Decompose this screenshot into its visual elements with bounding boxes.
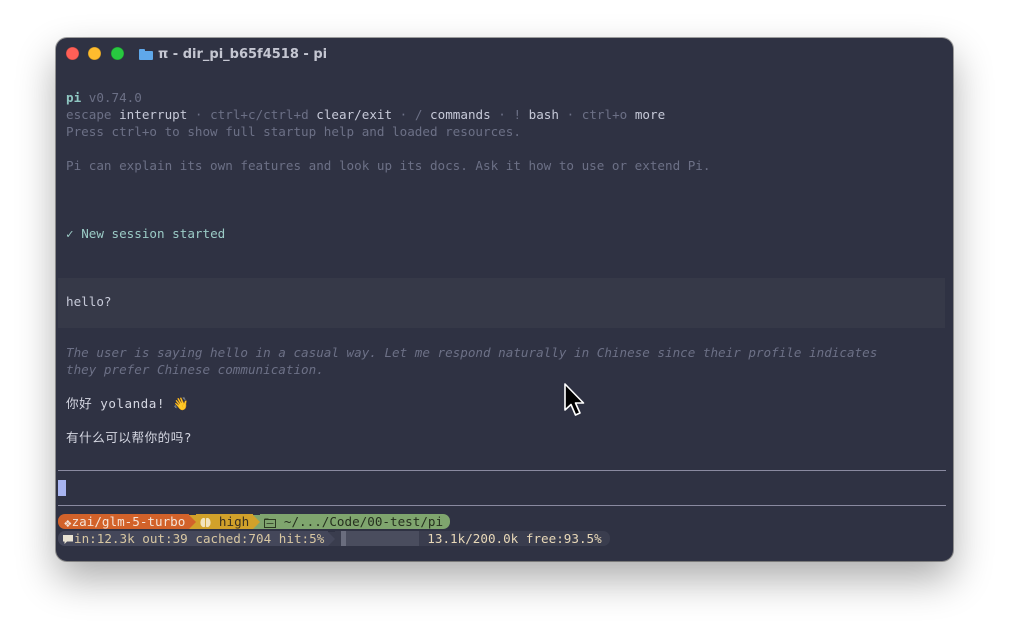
thinking-line: they prefer Chinese communication. (66, 362, 324, 377)
zoom-window-button[interactable] (111, 47, 124, 60)
window-title: π - dir_pi_b65f4518 - pi (158, 46, 328, 62)
model-name: zai/glm-5-turbo (71, 514, 186, 529)
shortcut-action: commands (430, 107, 491, 122)
current-directory: ~/.../Code/00-test/pi (283, 514, 444, 529)
model-icon: ❖ (64, 515, 72, 530)
prompt-input[interactable] (58, 480, 66, 496)
shortcut-key: ! (513, 107, 522, 122)
minimize-window-button[interactable] (88, 47, 101, 60)
tokens-out: out:39 (142, 531, 188, 546)
shortcut-key: ctrl+c/ctrl+d (210, 107, 309, 122)
app-version: v0.74.0 (88, 90, 142, 105)
token-usage-segment: in:12.3k out:39 cached:704 hit:5% (58, 531, 329, 546)
input-top-border (58, 470, 946, 471)
check-icon: ✓ (66, 226, 74, 241)
app-banner: pi v0.74.0 (66, 89, 142, 106)
assistant-reply-line: 你好 yolanda! 👋 (66, 396, 190, 411)
thinking-segment: high (196, 514, 254, 529)
input-bottom-border (58, 505, 946, 506)
startup-hint: Press ctrl+o to show full startup help a… (66, 124, 521, 139)
folder-icon (139, 48, 153, 60)
thinking-level: high (218, 514, 250, 529)
shortcut-separator: · (187, 107, 211, 122)
model-segment: ❖zai/glm-5-turbo (58, 514, 190, 530)
segment-arrow (253, 514, 261, 529)
chat-bubble-icon (63, 535, 73, 544)
brain-icon (200, 517, 211, 528)
user-message: hello? (66, 294, 112, 309)
shortcut-line: escape interrupt · ctrl+c/ctrl+d clear/e… (66, 106, 665, 123)
docs-hint: Pi can explain its own features and look… (66, 158, 711, 173)
mouse-pointer-icon (564, 383, 585, 416)
shortcut-action: clear/exit (316, 107, 393, 122)
cache-hit: hit:5% (278, 531, 325, 546)
shortcut-key: ctrl+o (581, 107, 628, 122)
shortcut-key: escape (66, 107, 112, 122)
title-bar[interactable]: π - dir_pi_b65f4518 - pi (56, 38, 953, 70)
close-window-button[interactable] (66, 47, 79, 60)
assistant-reply-line: 有什么可以帮你的吗? (66, 430, 192, 445)
status-bar-model-row: ❖zai/glm-5-turbo high ~/.../Code/00-test… (58, 514, 451, 530)
context-free: free:93.5% (525, 531, 602, 546)
directory-segment: ~/.../Code/00-test/pi (260, 514, 451, 529)
folder-outline-icon (264, 518, 277, 528)
shortcut-action: more (634, 107, 666, 122)
user-message-block (58, 278, 945, 328)
tokens-cached: cached:704 (195, 531, 272, 546)
session-status: ✓ New session started (66, 225, 225, 242)
shortcut-action: interrupt (119, 107, 188, 122)
shortcut-separator: · (558, 107, 582, 122)
context-usage: 13.1k/200.0k (427, 531, 519, 546)
shortcut-action: bash (528, 107, 559, 122)
tokens-in: in:12.3k (74, 531, 135, 546)
context-usage-fill (341, 531, 347, 546)
session-status-text: New session started (81, 226, 226, 241)
terminal-window: π - dir_pi_b65f4518 - pi pi v0.74.0 esca… (56, 38, 953, 561)
app-name: pi (66, 90, 82, 105)
status-bar-usage-row: in:12.3k out:39 cached:704 hit:5% 13.1k/… (58, 531, 610, 546)
window-title-group: π - dir_pi_b65f4518 - pi (139, 45, 327, 63)
segment-arrow (328, 531, 336, 546)
shortcut-separator: · (392, 107, 415, 122)
thinking-line: The user is saying hello in a casual way… (66, 345, 878, 360)
context-segment: 13.1k/200.0k free:93.5% (335, 531, 610, 546)
context-usage-bar (341, 531, 420, 546)
segment-arrow (189, 514, 197, 529)
shortcut-separator: · (490, 107, 514, 122)
shortcut-key: / (414, 107, 423, 122)
